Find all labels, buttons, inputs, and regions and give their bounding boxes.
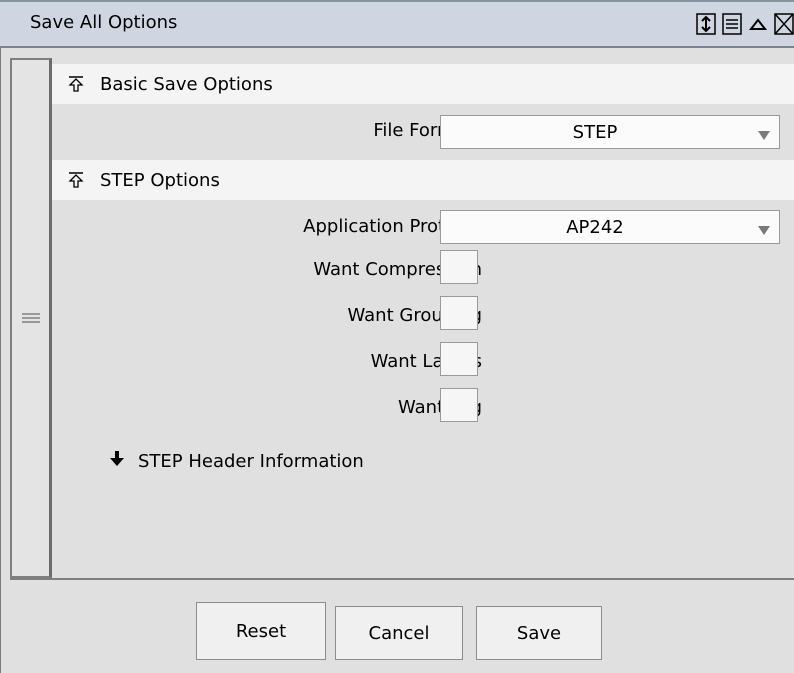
titlebar-icons [696, 13, 794, 37]
collapse-section-icon[interactable] [66, 170, 86, 190]
chevron-down-icon[interactable] [757, 220, 771, 241]
file-formats-dropdown[interactable]: STEP [440, 115, 780, 149]
step-options-header[interactable]: STEP Options [52, 160, 794, 200]
want-compression-checkbox[interactable] [440, 250, 478, 284]
list-icon[interactable] [722, 13, 742, 35]
step-header-information-label: STEP Header Information [138, 451, 364, 472]
divider [10, 578, 794, 580]
want-log-checkbox[interactable] [440, 388, 478, 422]
application-protocol-value: AP242 [566, 217, 624, 238]
title-bar: Save All Options [0, 0, 794, 48]
chevron-down-icon[interactable] [757, 125, 771, 146]
want-layers-checkbox[interactable] [440, 342, 478, 376]
application-protocol-dropdown[interactable]: AP242 [440, 210, 780, 244]
collapse-section-icon[interactable] [66, 74, 86, 94]
step-header-information-toggle[interactable]: STEP Header Information [110, 451, 364, 472]
basic-save-options-header[interactable]: Basic Save Options [52, 64, 794, 104]
grip-icon[interactable] [22, 308, 40, 329]
section-title: Basic Save Options [100, 73, 273, 95]
cancel-button[interactable]: Cancel [335, 606, 463, 660]
collapse-up-icon[interactable] [748, 13, 768, 35]
left-frame [0, 48, 10, 673]
arrow-down-icon[interactable] [110, 451, 124, 472]
section-title: STEP Options [100, 169, 220, 191]
file-formats-value: STEP [572, 122, 618, 143]
resize-vertical-icon[interactable] [696, 13, 716, 35]
close-icon[interactable] [774, 13, 794, 35]
want-grouping-checkbox[interactable] [440, 296, 478, 330]
side-panel-handle[interactable] [10, 58, 52, 578]
window-title: Save All Options [30, 12, 178, 33]
save-button[interactable]: Save [476, 606, 602, 660]
options-content: Basic Save Options File Formats STEP STE… [52, 58, 794, 578]
reset-button[interactable]: Reset [196, 602, 326, 660]
